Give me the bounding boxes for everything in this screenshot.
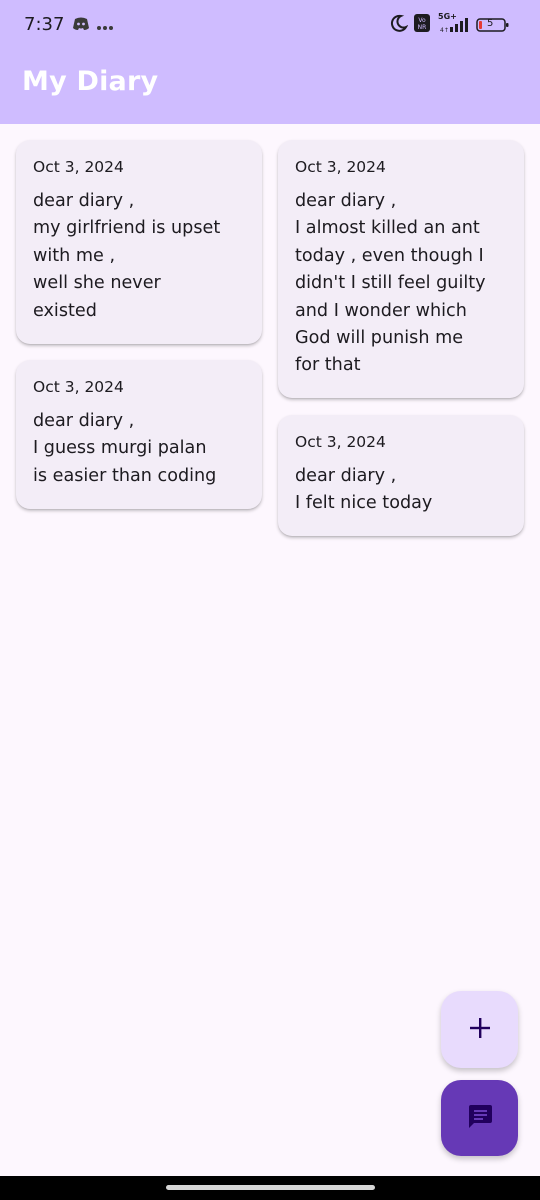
svg-text:NR: NR [418, 24, 427, 31]
entry-date: Oct 3, 2024 [33, 378, 124, 396]
status-bar: 7:37 Vo NR 5G+ 4↑ 5 [0, 0, 540, 52]
svg-text:4↑: 4↑ [440, 27, 449, 34]
add-entry-button[interactable] [441, 991, 518, 1068]
battery-icon: 5 [476, 17, 510, 33]
diary-entry-card[interactable]: Oct 3, 2024 dear diary , I almost killed… [278, 140, 524, 398]
entry-date: Oct 3, 2024 [295, 158, 386, 176]
diary-entry-card[interactable]: Oct 3, 2024 dear diary , my girlfriend i… [16, 140, 262, 344]
plus-icon [469, 1017, 491, 1043]
entry-text: dear diary , I guess murgi palan is easi… [33, 411, 217, 486]
discord-icon [72, 16, 90, 36]
more-notifications-icon [96, 17, 114, 36]
moon-icon [390, 14, 409, 36]
battery-level: 5 [487, 18, 494, 29]
entry-text: dear diary , I felt nice today [295, 466, 433, 514]
status-icons: Vo NR 5G+ 4↑ 5 [390, 12, 510, 36]
svg-text:Vo: Vo [418, 17, 426, 24]
diary-screen: 7:37 Vo NR 5G+ 4↑ 5 My Diary Oct 3, 2024… [0, 0, 540, 1200]
entry-date: Oct 3, 2024 [33, 158, 124, 176]
status-time: 7:37 [24, 14, 65, 35]
volte-icon: Vo NR [414, 14, 430, 36]
signal-icon: 5G+ 4↑ [436, 12, 470, 35]
navigation-bar [0, 1176, 540, 1200]
diary-entry-card[interactable]: Oct 3, 2024 dear diary , I felt nice tod… [278, 415, 524, 536]
chat-notes-icon [466, 1102, 494, 1134]
gesture-handle[interactable] [166, 1185, 375, 1190]
app-title: My Diary [22, 66, 159, 97]
entry-date: Oct 3, 2024 [295, 433, 386, 451]
diary-entry-card[interactable]: Oct 3, 2024 dear diary , I guess murgi p… [16, 360, 262, 509]
header: 7:37 Vo NR 5G+ 4↑ 5 My Diary [0, 0, 540, 124]
entry-text: dear diary , I almost killed an ant toda… [295, 191, 486, 376]
entry-text: dear diary , my girlfriend is upset with… [33, 191, 221, 321]
notes-button[interactable] [441, 1080, 518, 1156]
